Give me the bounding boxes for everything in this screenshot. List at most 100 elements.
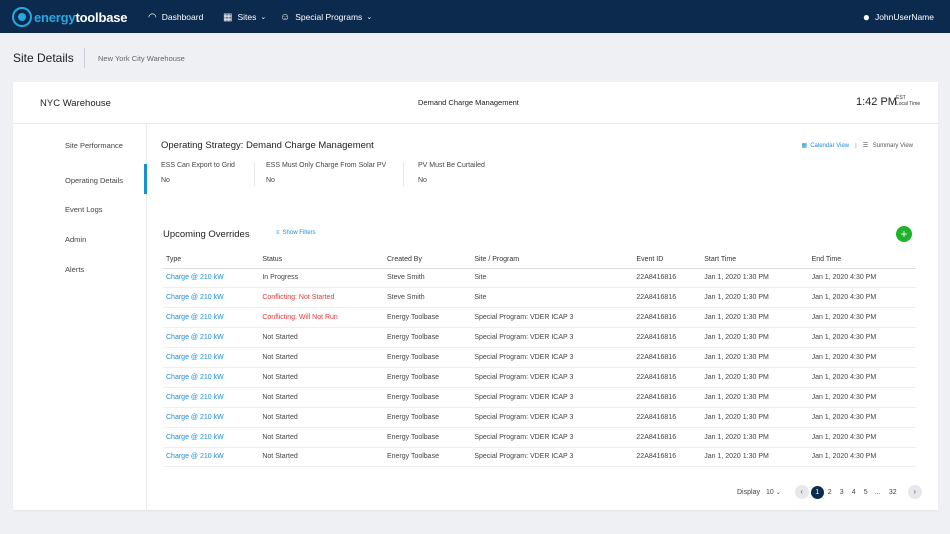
- cell-start-time: Jan 1, 2020 1:30 PM: [701, 387, 809, 408]
- column-header-type[interactable]: Type: [163, 251, 260, 269]
- page-1[interactable]: 1: [810, 485, 824, 499]
- cell-type[interactable]: Charge @ 210 kW: [163, 307, 260, 329]
- cell-type[interactable]: Charge @ 210 kW: [163, 347, 260, 368]
- chevron-down-icon: ⌄: [260, 14, 267, 21]
- cell-type[interactable]: Charge @ 210 kW: [163, 427, 260, 448]
- cell-type[interactable]: Charge @ 210 kW: [163, 367, 260, 388]
- option-divider: [403, 162, 404, 186]
- cell-status: Not Started: [259, 347, 384, 368]
- cell-type[interactable]: Charge @ 210 kW: [163, 287, 260, 309]
- show-filters-button[interactable]: ≡ Show Filters: [276, 230, 316, 236]
- page-5[interactable]: 5: [860, 489, 872, 496]
- cell-end-time: Jan 1, 2020 4:30 PM: [808, 387, 916, 408]
- table-header-row: Type Status Created By Site / Program Ev…: [163, 251, 916, 269]
- column-header-created-by[interactable]: Created By: [383, 251, 472, 269]
- nav-special-programs[interactable]: ☺ Special Programs ⌄: [280, 9, 372, 25]
- table-row[interactable]: Charge @ 210 kW Not Started Energy Toolbas…: [163, 387, 916, 408]
- display-label: Display: [737, 488, 760, 496]
- summary-view-label: Summary View: [872, 143, 913, 149]
- site-strategy: Demand Charge Management: [418, 98, 519, 107]
- wifi-icon: ◠: [148, 11, 157, 23]
- column-header-site-program[interactable]: Site / Program: [471, 251, 634, 269]
- sidebar-item-operating-details[interactable]: Operating Details: [65, 176, 123, 185]
- page-4[interactable]: 4: [848, 489, 860, 496]
- sidebar-item-event-logs[interactable]: Event Logs: [65, 205, 103, 214]
- column-header-start-time[interactable]: Start Time: [701, 251, 809, 269]
- calendar-view-link[interactable]: ▦ Calendar View: [802, 142, 850, 150]
- nav-sites[interactable]: ▦ Sites ⌄: [223, 9, 266, 25]
- cell-type[interactable]: Charge @ 210 kW: [163, 268, 260, 289]
- table-row[interactable]: Charge @ 210 kW Not Started Energy Toolbas…: [163, 327, 916, 349]
- table-row[interactable]: Charge @ 210 kW Conflicting: Will Not Run…: [163, 307, 916, 329]
- summary-view-link[interactable]: ☰ Summary View: [863, 142, 913, 149]
- option-label: ESS Can Export to Grid: [161, 162, 235, 169]
- cell-end-time: Jan 1, 2020 4:30 PM: [808, 407, 916, 428]
- sidebar-item-admin[interactable]: Admin: [65, 235, 86, 244]
- sidebar-item-site-performance[interactable]: Site Performance: [65, 141, 123, 150]
- prev-page-button[interactable]: ‹: [794, 485, 809, 499]
- header-divider: [84, 48, 85, 68]
- cell-start-time: Jan 1, 2020 1:30 PM: [701, 268, 809, 289]
- operating-strategy-title: Operating Strategy: Demand Charge Manage…: [161, 140, 374, 151]
- page-3[interactable]: 3: [836, 489, 848, 496]
- nav-dashboard-label: Dashboard: [161, 12, 204, 22]
- cell-type[interactable]: Charge @ 210 kW: [163, 327, 260, 349]
- nav-sites-label: Sites: [237, 12, 257, 22]
- cell-site-program: Site: [471, 287, 634, 309]
- user-menu[interactable]: ● JohnUserName: [863, 9, 934, 25]
- chevron-down-icon: ⌄: [366, 14, 373, 21]
- logo-text-toolbase: toolbase: [75, 9, 128, 25]
- page-title: Site Details: [13, 51, 74, 65]
- cell-start-time: Jan 1, 2020 1:30 PM: [701, 287, 809, 309]
- option-ess-export: ESS Can Export to Grid No: [161, 162, 235, 184]
- list-icon: ☰: [862, 143, 869, 149]
- sidebar-item-alerts[interactable]: Alerts: [65, 265, 84, 274]
- cell-status: Conflicting: Will Not Run: [259, 307, 384, 329]
- option-value: No: [266, 177, 275, 184]
- cell-event-id: 22A8416816: [633, 327, 702, 349]
- cell-site-program: Special Program: VDER ICAP 3: [471, 307, 634, 329]
- table-row[interactable]: Charge @ 210 kW Not Started Energy Toolbas…: [163, 447, 916, 468]
- column-header-end-time[interactable]: End Time: [808, 251, 916, 269]
- cell-start-time: Jan 1, 2020 1:30 PM: [701, 367, 809, 388]
- chevron-down-icon: ⌄: [775, 489, 781, 496]
- table-row[interactable]: Charge @ 210 kW Not Started Energy Toolbas…: [163, 347, 916, 368]
- cell-start-time: Jan 1, 2020 1:30 PM: [701, 307, 809, 329]
- next-page-button[interactable]: ›: [907, 485, 922, 499]
- cell-site-program: Special Program: VDER ICAP 3: [471, 447, 634, 468]
- page-2[interactable]: 2: [824, 489, 836, 496]
- site-card: NYC Warehouse Demand Charge Management 1…: [13, 82, 938, 510]
- cell-created-by: Energy Toolbase: [383, 427, 472, 448]
- cell-site-program: Special Program: VDER ICAP 3: [471, 367, 634, 388]
- cell-created-by: Energy Toolbase: [383, 447, 472, 468]
- timezone-label: Local Time: [896, 101, 921, 107]
- cell-start-time: Jan 1, 2020 1:30 PM: [701, 427, 809, 448]
- cell-event-id: 22A8416816: [633, 347, 702, 368]
- nav-dashboard[interactable]: ◠ Dashboard: [148, 9, 203, 25]
- cell-type[interactable]: Charge @ 210 kW: [163, 387, 260, 408]
- cell-type[interactable]: Charge @ 210 kW: [163, 447, 260, 468]
- cell-created-by: Energy Toolbase: [383, 327, 472, 349]
- column-header-status[interactable]: Status: [259, 251, 384, 269]
- sidebar-active-indicator: [144, 164, 147, 194]
- column-header-event-id[interactable]: Event ID: [633, 251, 702, 269]
- page-size-select[interactable]: 10 ⌄: [766, 489, 781, 496]
- add-override-button[interactable]: +: [896, 226, 912, 242]
- cell-type[interactable]: Charge @ 210 kW: [163, 407, 260, 428]
- site-card-header: NYC Warehouse Demand Charge Management 1…: [13, 82, 938, 124]
- page-subtitle: New York City Warehouse: [98, 54, 185, 63]
- table-row[interactable]: Charge @ 210 kW Not Started Energy Toolbas…: [163, 407, 916, 428]
- table-row[interactable]: Charge @ 210 kW In Progress Steve Smith Sit…: [163, 268, 916, 289]
- page-last[interactable]: 32: [884, 489, 902, 496]
- cell-status: In Progress: [259, 268, 384, 289]
- page-size-value: 10: [765, 488, 774, 496]
- option-value: No: [161, 177, 170, 184]
- energy-toolbase-logo[interactable]: energytoolbase: [12, 6, 127, 28]
- cell-event-id: 22A8416816: [633, 447, 702, 468]
- page-ellipsis: ...: [874, 488, 881, 496]
- table-row[interactable]: Charge @ 210 kW Not Started Energy Toolbas…: [163, 427, 916, 448]
- cell-event-id: 22A8416816: [633, 287, 702, 309]
- table-row[interactable]: Charge @ 210 kW Not Started Energy Toolbas…: [163, 367, 916, 388]
- upcoming-overrides-title: Upcoming Overrides: [163, 229, 250, 240]
- table-row[interactable]: Charge @ 210 kW Conflicting: Not Started S…: [163, 287, 916, 309]
